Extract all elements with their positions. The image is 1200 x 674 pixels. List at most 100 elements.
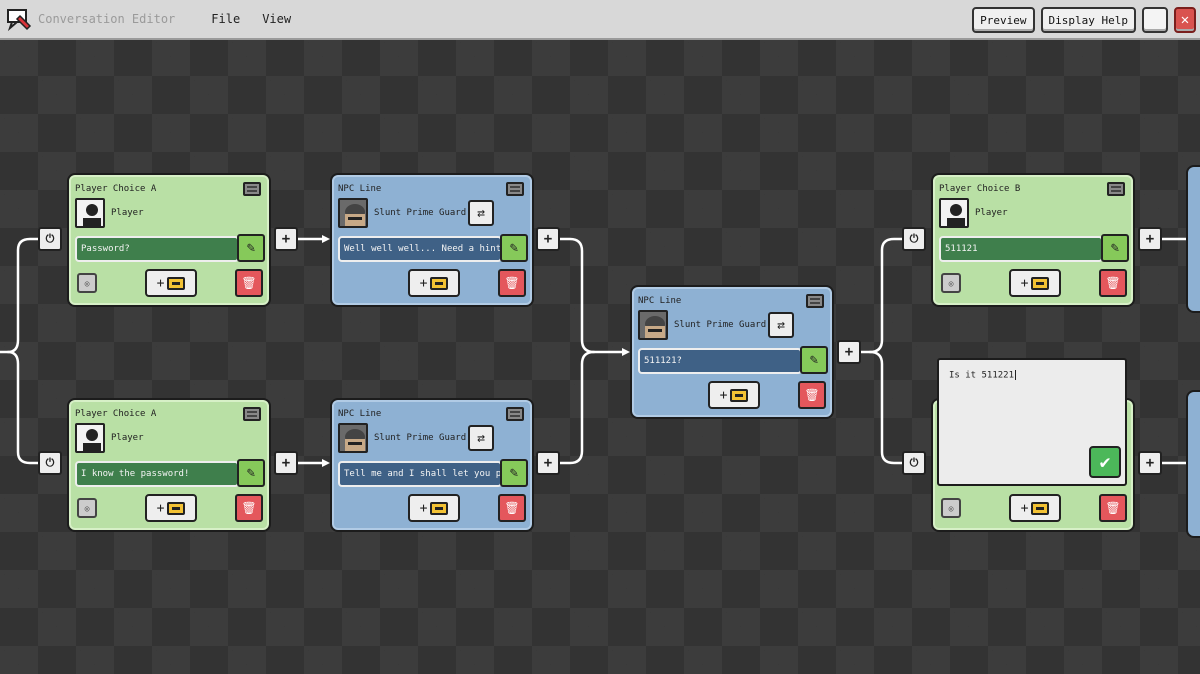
card-icon xyxy=(430,276,449,290)
add-icon: + xyxy=(156,500,165,516)
add-variable-button[interactable]: + xyxy=(408,494,460,522)
input-port[interactable]: ⏻ xyxy=(38,227,62,251)
add-connection-button[interactable]: + xyxy=(837,340,861,364)
trash-icon: 🗑 xyxy=(241,276,257,290)
add-connection-button[interactable]: + xyxy=(536,227,560,251)
add-icon: + xyxy=(543,231,553,247)
node-type-label: Player Choice A xyxy=(75,184,157,194)
add-variable-button[interactable]: + xyxy=(145,269,197,297)
delete-node-button[interactable]: 🗑 xyxy=(498,494,526,522)
delete-node-button[interactable]: 🗑 xyxy=(1099,269,1127,297)
add-icon: + xyxy=(419,275,428,291)
connection-wires xyxy=(0,235,1196,467)
condition-button[interactable]: ◎ xyxy=(941,273,961,293)
player-avatar xyxy=(75,423,105,453)
trash-icon: 🗑 xyxy=(504,501,520,515)
add-connection-button[interactable]: + xyxy=(274,227,298,251)
node-menu-icon[interactable] xyxy=(506,407,524,421)
dialogue-node-player-choice[interactable]: Player Choice B Player 511121 ✎ ◎ + 🗑 xyxy=(931,173,1135,307)
dialogue-text-field[interactable]: Tell me and I shall let you p... xyxy=(338,461,502,487)
swap-speaker-button[interactable]: ⇄ xyxy=(468,425,494,451)
plug-icon: ⏻ xyxy=(909,232,919,245)
edit-pencil-button[interactable]: ✎ xyxy=(500,459,528,487)
input-port[interactable]: ⏻ xyxy=(902,227,926,251)
condition-button[interactable]: ◎ xyxy=(941,498,961,518)
add-connection-button[interactable]: + xyxy=(536,451,560,475)
condition-button[interactable]: ◎ xyxy=(77,273,97,293)
swap-icon: ⇄ xyxy=(477,205,485,221)
card-icon xyxy=(167,276,186,290)
swap-speaker-button[interactable]: ⇄ xyxy=(468,200,494,226)
condition-icon: ◎ xyxy=(84,503,90,513)
wire-root-a xyxy=(0,237,40,354)
edit-pencil-button[interactable]: ✎ xyxy=(800,346,828,374)
swap-icon: ⇄ xyxy=(477,430,485,446)
delete-node-button[interactable]: 🗑 xyxy=(798,381,826,409)
plug-icon: ⏻ xyxy=(909,456,919,469)
trash-icon: 🗑 xyxy=(1105,276,1121,290)
add-variable-button[interactable]: + xyxy=(1009,269,1061,297)
delete-node-button[interactable]: 🗑 xyxy=(235,494,263,522)
dialogue-node-player-choice[interactable]: Player Choice A Player Password? ✎ ◎ + 🗑 xyxy=(67,173,271,307)
wire-npc1-merge xyxy=(558,237,628,354)
dialogue-node-player-choice[interactable]: Player Choice A Player I know the passwo… xyxy=(67,398,271,532)
edit-pencil-button[interactable]: ✎ xyxy=(237,459,265,487)
add-connection-button[interactable]: + xyxy=(1138,451,1162,475)
add-icon: + xyxy=(844,344,854,360)
dialogue-text-field[interactable]: 511121? xyxy=(638,348,802,374)
dialogue-node-npc-line[interactable]: NPC Line Slunt Prime Guard 1 ⇄ Well well… xyxy=(330,173,534,307)
node-menu-icon[interactable] xyxy=(806,294,824,308)
node-menu-icon[interactable] xyxy=(243,182,261,196)
card-icon xyxy=(1031,276,1050,290)
node-type-label: NPC Line xyxy=(338,184,382,194)
input-port[interactable]: ⏻ xyxy=(38,451,62,475)
node-menu-icon[interactable] xyxy=(506,182,524,196)
add-variable-button[interactable]: + xyxy=(408,269,460,297)
dialogue-node-npc-line[interactable]: NPC Line Slunt Prime Guard 1 ⇄ 511121? ✎… xyxy=(630,285,834,419)
card-icon xyxy=(430,501,449,515)
trash-icon: 🗑 xyxy=(241,501,257,515)
editor-textarea[interactable]: Is it 511221 xyxy=(949,370,1016,381)
condition-icon: ◎ xyxy=(948,278,954,288)
delete-node-button[interactable]: 🗑 xyxy=(1099,494,1127,522)
input-port[interactable]: ⏻ xyxy=(902,451,926,475)
edit-pencil-button[interactable]: ✎ xyxy=(237,234,265,262)
wire-npc2-merge xyxy=(558,350,596,465)
offscreen-node-bottom[interactable] xyxy=(1186,390,1200,538)
plug-icon: ⏻ xyxy=(45,232,55,245)
dialogue-text-field[interactable]: Password? xyxy=(75,236,239,262)
edit-pencil-button[interactable]: ✎ xyxy=(500,234,528,262)
node-menu-icon[interactable] xyxy=(243,407,261,421)
add-variable-button[interactable]: + xyxy=(708,381,760,409)
node-type-label: Player Choice B xyxy=(939,184,1021,194)
npc-avatar xyxy=(338,198,368,228)
add-icon: + xyxy=(281,231,291,247)
wire-npc3-b1 xyxy=(859,237,904,354)
checkmark-icon: ✔ xyxy=(1099,451,1111,473)
add-connection-button[interactable]: + xyxy=(1138,227,1162,251)
add-connection-button[interactable]: + xyxy=(274,451,298,475)
text-editor-popup[interactable]: Is it 511221 ✔ xyxy=(937,358,1127,486)
dialogue-text-field[interactable]: 511121 xyxy=(939,236,1103,262)
add-icon: + xyxy=(719,387,728,403)
dialogue-text-field[interactable]: I know the password! xyxy=(75,461,239,487)
pencil-icon: ✎ xyxy=(509,465,519,481)
wire-root-b xyxy=(6,350,40,465)
condition-button[interactable]: ◎ xyxy=(77,498,97,518)
player-avatar xyxy=(939,198,969,228)
delete-node-button[interactable]: 🗑 xyxy=(498,269,526,297)
add-icon: + xyxy=(281,455,291,471)
confirm-edit-button[interactable]: ✔ xyxy=(1089,446,1121,478)
delete-node-button[interactable]: 🗑 xyxy=(235,269,263,297)
add-variable-button[interactable]: + xyxy=(1009,494,1061,522)
dialogue-node-npc-line[interactable]: NPC Line Slunt Prime Guard 1 ⇄ Tell me a… xyxy=(330,398,534,532)
edit-pencil-button[interactable]: ✎ xyxy=(1101,234,1129,262)
npc-avatar xyxy=(338,423,368,453)
node-menu-icon[interactable] xyxy=(1107,182,1125,196)
pencil-icon: ✎ xyxy=(246,240,256,256)
swap-speaker-button[interactable]: ⇄ xyxy=(768,312,794,338)
offscreen-node-top[interactable] xyxy=(1186,165,1200,313)
add-variable-button[interactable]: + xyxy=(145,494,197,522)
pencil-icon: ✎ xyxy=(509,240,519,256)
dialogue-text-field[interactable]: Well well well... Need a hint? xyxy=(338,236,502,262)
